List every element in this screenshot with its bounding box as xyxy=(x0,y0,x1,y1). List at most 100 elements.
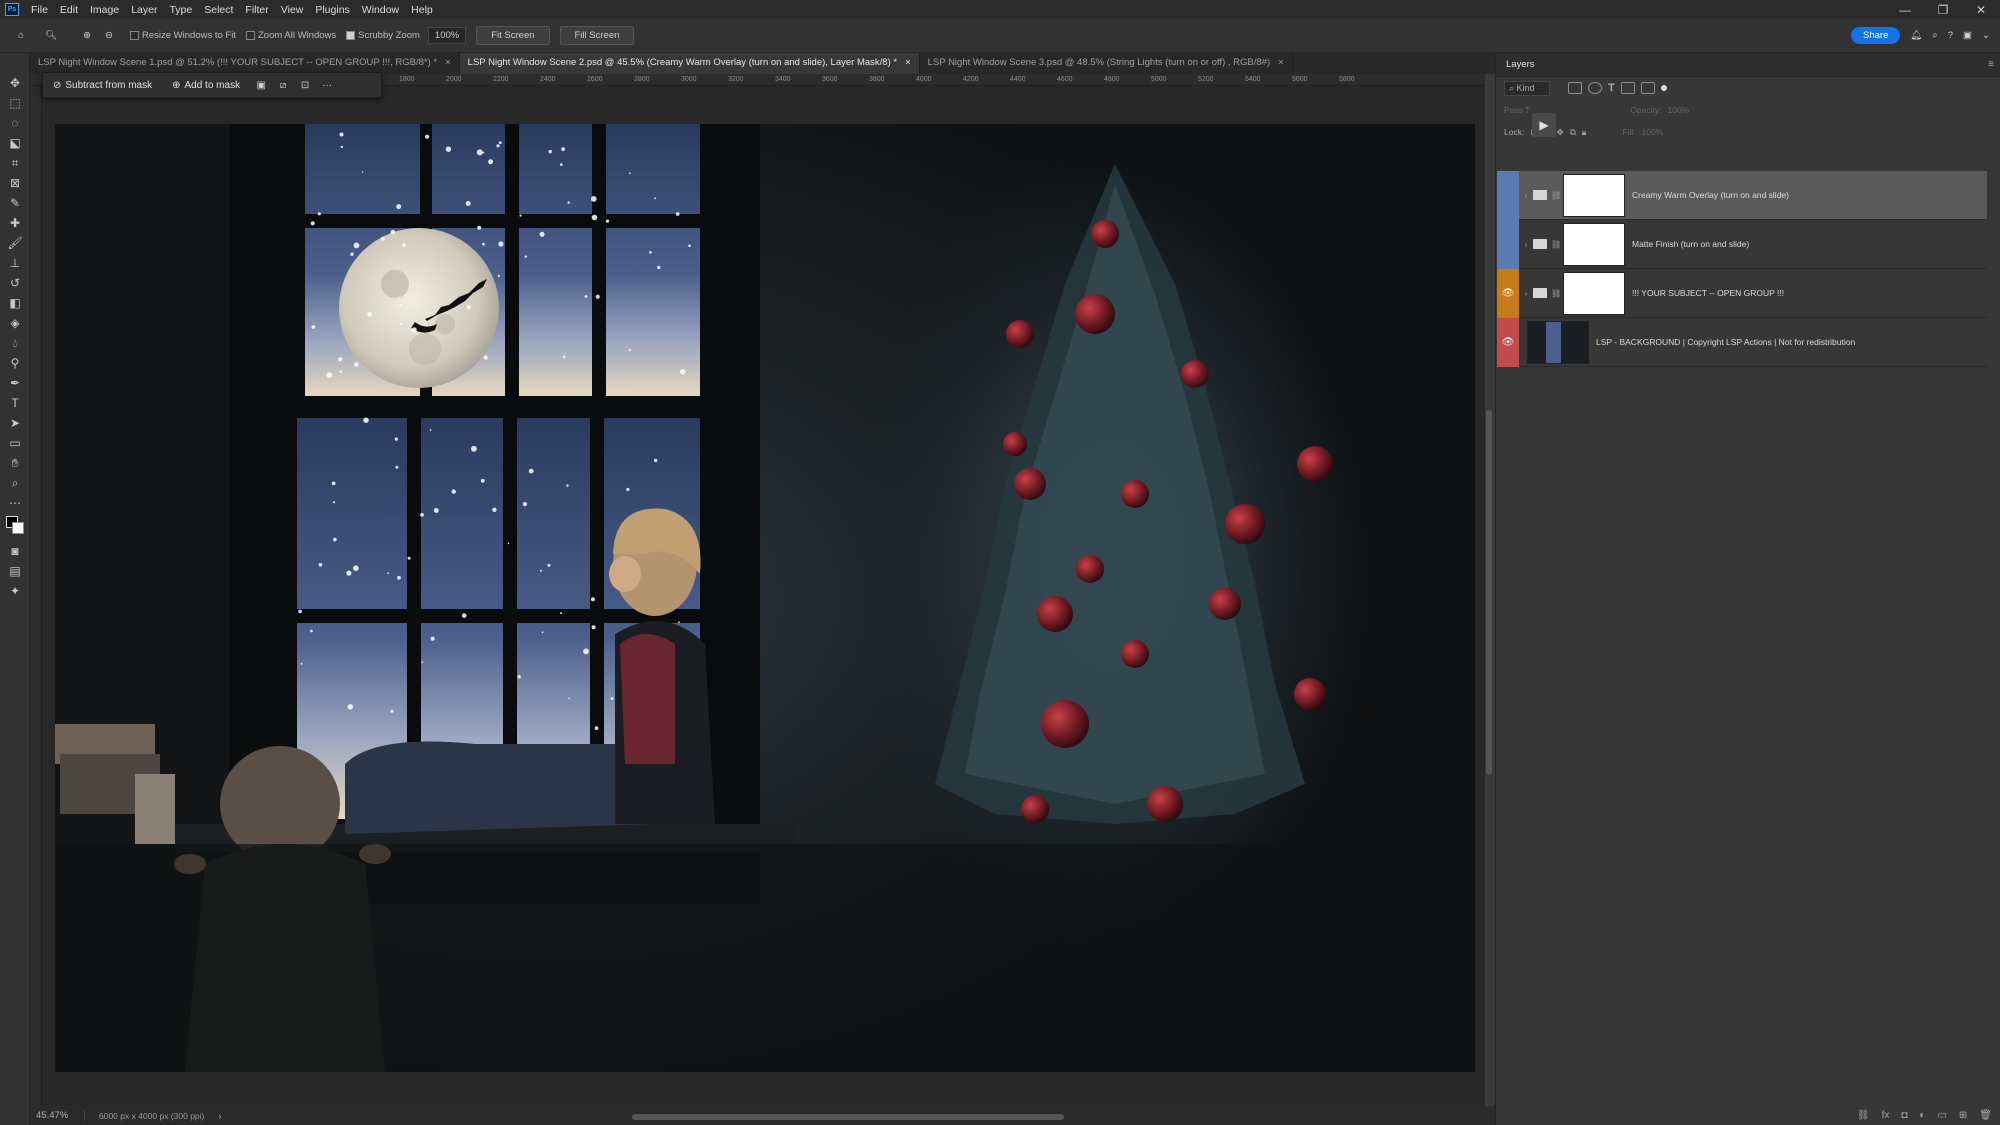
zoom-tool-icon[interactable]: 🔍︎ xyxy=(40,25,62,47)
new-layer-icon[interactable]: ⊞ xyxy=(1959,1110,1967,1121)
blend-mode-select[interactable]: Pass T xyxy=(1504,105,1530,115)
share-button[interactable]: Share xyxy=(1851,27,1901,44)
type-tool-icon[interactable]: T xyxy=(0,393,30,413)
mask-invert-icon[interactable]: ▣ xyxy=(250,80,272,91)
healing-brush-tool-icon[interactable]: ✚ xyxy=(0,213,30,233)
status-arrow-icon[interactable]: › xyxy=(218,1111,221,1121)
menu-window[interactable]: Window xyxy=(356,4,405,16)
adjustment-icon[interactable]: ◐ xyxy=(1919,1110,1925,1121)
mask-select-icon[interactable]: ⊡ xyxy=(294,80,316,91)
opacity-value[interactable]: 100% xyxy=(1667,105,1689,115)
layer-row[interactable]: › ⛓ Matte Finish (turn on and slide) xyxy=(1497,219,1987,269)
layer-mask-thumbnail[interactable] xyxy=(1563,271,1625,315)
play-action-icon[interactable]: ▶ xyxy=(1532,113,1556,137)
menu-help[interactable]: Help xyxy=(405,4,439,16)
scrubby-zoom-checkbox[interactable]: Scrubby Zoom xyxy=(346,30,420,41)
expand-chevron-icon[interactable]: › xyxy=(1519,289,1533,298)
home-icon[interactable]: ⌂ xyxy=(10,25,32,47)
menu-plugins[interactable]: Plugins xyxy=(309,4,355,16)
blur-tool-icon[interactable]: 💧︎ xyxy=(0,333,30,353)
background-color-swatch[interactable] xyxy=(12,522,24,534)
eyedropper-tool-icon[interactable]: ✎ xyxy=(0,193,30,213)
tab-close-icon[interactable]: × xyxy=(1278,57,1284,70)
marquee-tool-icon[interactable]: ⬚ xyxy=(0,93,30,113)
tab-scene-2[interactable]: LSP Night Window Scene 2.psd @ 45.5% (Cr… xyxy=(459,53,920,74)
vertical-scrollbar[interactable] xyxy=(1486,410,1492,775)
visibility-eye-icon[interactable]: 👁︎ xyxy=(1497,317,1519,367)
layer-name[interactable]: Creamy Warm Overlay (turn on and slide) xyxy=(1632,190,1789,200)
visibility-eye-icon[interactable] xyxy=(1497,170,1519,220)
visibility-eye-icon[interactable] xyxy=(1497,219,1519,269)
filter-toggle-icon[interactable] xyxy=(1660,85,1667,91)
expand-chevron-icon[interactable]: › xyxy=(1519,191,1533,200)
menu-edit[interactable]: Edit xyxy=(54,4,84,16)
bell-icon[interactable]: 🔔︎ xyxy=(1910,30,1922,41)
restore-button[interactable]: ❐ xyxy=(1924,3,1962,17)
rectangle-tool-icon[interactable]: ▭ xyxy=(0,433,30,453)
layer-row[interactable]: 👁︎ › ⛓ !!! YOUR SUBJECT -- OPEN GROUP !!! xyxy=(1497,268,1987,318)
tab-close-icon[interactable]: × xyxy=(905,57,911,70)
dodge-tool-icon[interactable]: ⚲ xyxy=(0,353,30,373)
screen-mode-icon[interactable]: ▤ xyxy=(0,561,30,581)
zoom-in-icon[interactable]: ⊕ xyxy=(76,25,98,47)
lasso-tool-icon[interactable]: ◌ xyxy=(0,113,30,133)
shape-filter-icon[interactable] xyxy=(1620,82,1635,94)
path-selection-tool-icon[interactable]: ➤ xyxy=(0,413,30,433)
visibility-eye-icon[interactable]: 👁︎ xyxy=(1497,268,1519,318)
layer-name[interactable]: !!! YOUR SUBJECT -- OPEN GROUP !!! xyxy=(1632,288,1784,298)
zoom-out-icon[interactable]: ⊖ xyxy=(98,25,120,47)
panel-toggle-icon[interactable]: ⌄ xyxy=(1982,30,1990,41)
type-filter-icon[interactable]: T xyxy=(1608,82,1615,94)
zoom-all-checkbox[interactable]: Zoom All Windows xyxy=(245,30,336,41)
fill-screen-button[interactable]: Fill Screen xyxy=(559,26,635,45)
pen-tool-icon[interactable]: ✒ xyxy=(0,373,30,393)
brush-tool-icon[interactable]: 🖌︎ xyxy=(0,233,30,253)
color-swatches[interactable] xyxy=(0,513,30,541)
fit-screen-button[interactable]: Fit Screen xyxy=(476,26,550,45)
layer-row[interactable]: › ⛓ Creamy Warm Overlay (turn on and slide… xyxy=(1497,170,1987,220)
tab-scene-3[interactable]: LSP Night Window Scene 3.psd @ 48.5% (St… xyxy=(920,53,1293,74)
horizontal-scrollbar[interactable] xyxy=(632,1114,1064,1120)
fill-value[interactable]: 100% xyxy=(1642,127,1664,137)
layer-mask-thumbnail[interactable] xyxy=(1563,173,1625,217)
tab-scene-1[interactable]: LSP Night Window Scene 1.psd @ 51.2% (!!… xyxy=(30,53,460,74)
link-icon[interactable]: ⛓ xyxy=(1857,1110,1870,1121)
mask-reset-icon[interactable]: ⧄ xyxy=(272,80,294,91)
clone-stamp-tool-icon[interactable]: ⊥ xyxy=(0,253,30,273)
expand-chevron-icon[interactable]: › xyxy=(1519,240,1533,249)
add-to-mask-button[interactable]: ⊕ Add to mask xyxy=(162,80,250,91)
menu-select[interactable]: Select xyxy=(198,4,239,16)
resize-windows-checkbox[interactable]: Resize Windows to Fit xyxy=(130,30,236,41)
menu-layer[interactable]: Layer xyxy=(125,4,163,16)
crop-tool-icon[interactable]: ⌗ xyxy=(0,153,30,173)
layer-name[interactable]: LSP - BACKGROUND | Copyright LSP Actions… xyxy=(1596,337,1855,347)
history-brush-tool-icon[interactable]: ↺ xyxy=(0,273,30,293)
more-options-icon[interactable]: ··· xyxy=(316,80,338,91)
lock-all-icon[interactable]: 🔒︎ xyxy=(1582,127,1587,138)
quick-mask-icon[interactable]: ◙ xyxy=(0,541,30,561)
minimize-button[interactable]: — xyxy=(1886,3,1924,17)
panel-menu-icon[interactable]: ≡ xyxy=(1988,59,1994,70)
layers-panel-title[interactable]: Layers xyxy=(1496,53,2000,77)
layer-name[interactable]: Matte Finish (turn on and slide) xyxy=(1632,239,1749,249)
more-tools-icon[interactable]: ⋯ xyxy=(0,493,30,513)
kind-filter-select[interactable]: ⌕ Kind xyxy=(1504,80,1550,96)
zoom-value-field[interactable]: 100% xyxy=(427,27,467,44)
mask-link-icon[interactable]: ⛓ xyxy=(1551,240,1561,249)
hand-tool-icon[interactable]: ✋︎ xyxy=(0,453,30,473)
group-icon[interactable]: ▭ xyxy=(1937,1110,1946,1121)
layer-mask-thumbnail[interactable] xyxy=(1563,222,1625,266)
object-selection-tool-icon[interactable]: ⬕ xyxy=(0,133,30,153)
trash-icon[interactable]: 🗑 xyxy=(1979,1110,1992,1121)
mask-link-icon[interactable]: ⛓ xyxy=(1551,191,1561,200)
paint-bucket-tool-icon[interactable]: ◈ xyxy=(0,313,30,333)
menu-filter[interactable]: Filter xyxy=(239,4,274,16)
document-canvas[interactable] xyxy=(55,124,1475,1072)
menu-file[interactable]: File xyxy=(25,4,54,16)
close-button[interactable]: ✕ xyxy=(1962,3,2000,17)
frame-tool-icon[interactable]: ⊠ xyxy=(0,173,30,193)
generative-icon[interactable]: ✦ xyxy=(0,581,30,601)
mask-icon[interactable]: ◘ xyxy=(1901,1110,1907,1121)
move-tool-icon[interactable]: ✥ xyxy=(0,73,30,93)
canvas-area[interactable] xyxy=(42,86,1485,1106)
